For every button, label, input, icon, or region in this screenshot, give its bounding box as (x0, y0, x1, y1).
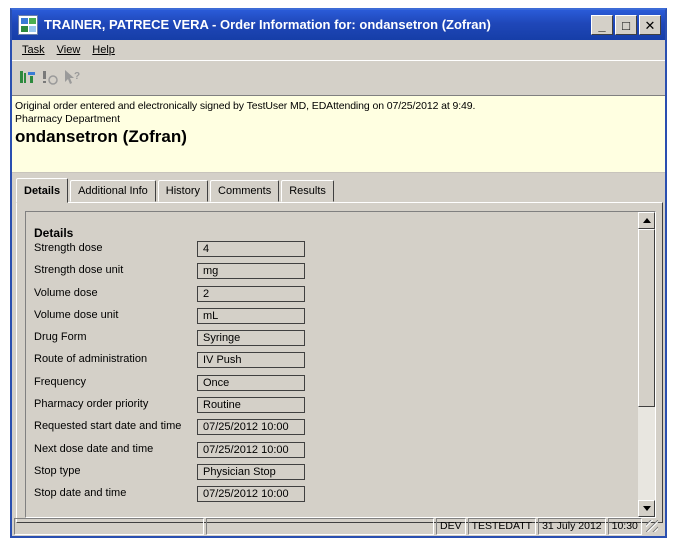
modify-order-icon[interactable] (18, 67, 38, 87)
field-value: 07/25/2012 10:00 (197, 441, 305, 458)
tab-results[interactable]: Results (281, 180, 334, 202)
status-pane-empty (14, 517, 204, 535)
status-date: 31 July 2012 (538, 517, 606, 535)
field-row: Requested start date and time 07/25/2012 … (34, 418, 634, 440)
tab-details[interactable]: Details (16, 178, 69, 203)
scroll-up-button[interactable] (638, 212, 655, 229)
field-label: Strength dose unit (34, 264, 124, 277)
field-label: Next dose date and time (34, 442, 154, 455)
window-title: TRAINER, PATRECE VERA - Order Informatio… (44, 17, 491, 32)
alert-icon[interactable] (40, 67, 60, 87)
tab-history[interactable]: History (157, 180, 209, 202)
field-label: Stop type (34, 464, 81, 477)
close-button[interactable]: ✕ (639, 15, 661, 35)
tab-additional-info[interactable]: Additional Info (70, 180, 156, 202)
field-label: Route of administration (34, 353, 148, 366)
title-bar[interactable]: TRAINER, PATRECE VERA - Order Informatio… (12, 10, 665, 40)
menu-view[interactable]: View (51, 44, 87, 56)
field-value: 2 (197, 285, 305, 302)
field-row: Stop type Physician Stop (34, 463, 634, 485)
tab-strip: Details Additional Info History Comments… (16, 178, 336, 203)
status-bar: DEV TESTEDATT 31 July 2012 10:30 (12, 516, 665, 536)
menu-task[interactable]: Task (16, 44, 51, 56)
field-row: Volume dose unit mL (34, 307, 634, 329)
field-value: Once (197, 374, 305, 391)
arrow-up-icon (642, 218, 651, 223)
minimize-icon: _ (598, 17, 606, 33)
arrow-down-icon (642, 506, 651, 511)
field-label: Volume dose unit (34, 308, 119, 321)
status-pane-empty-2 (206, 517, 434, 535)
help-pointer-icon[interactable]: ? (62, 67, 82, 87)
status-time: 10:30 (607, 517, 642, 535)
field-value: 4 (197, 241, 305, 257)
svg-text:?: ? (74, 71, 80, 82)
field-value: 07/25/2012 10:00 (197, 486, 305, 503)
tab-comments[interactable]: Comments (210, 180, 280, 202)
field-value: Routine (197, 397, 305, 414)
vertical-scrollbar[interactable] (638, 212, 655, 517)
field-value: 07/25/2012 10:00 (197, 419, 305, 436)
status-user: TESTEDATT (467, 517, 537, 535)
field-row: Stop date and time 07/25/2012 10:00 (34, 485, 634, 507)
close-icon: ✕ (644, 17, 656, 33)
field-value: mL (197, 307, 305, 324)
menu-bar: Task View Help (12, 40, 665, 60)
field-row: Strength dose unit mg (34, 262, 634, 284)
field-value: IV Push (197, 352, 305, 369)
maximize-button[interactable]: □ (615, 15, 637, 35)
field-row: Route of administration IV Push (34, 351, 634, 373)
field-row: Frequency Once (34, 374, 634, 396)
menu-help[interactable]: Help (86, 44, 121, 56)
status-environment: DEV (436, 517, 466, 535)
field-row: Next dose date and time 07/25/2012 10:00 (34, 441, 634, 463)
field-value: Syringe (197, 330, 305, 347)
toolbar: ? (12, 60, 665, 96)
order-signature-text: Original order entered and electronicall… (15, 100, 476, 112)
drug-name: ondansetron (Zofran) (15, 127, 187, 146)
maximize-icon: □ (622, 17, 630, 33)
resize-grip-icon[interactable] (645, 520, 658, 532)
field-label: Requested start date and time (34, 420, 182, 433)
field-label: Frequency (34, 375, 86, 388)
field-row: Pharmacy order priority Routine (34, 396, 634, 418)
details-panel: Details Strength dose 4 Strength dose uni… (16, 202, 663, 523)
details-scroll-area[interactable]: Details Strength dose 4 Strength dose uni… (25, 211, 656, 518)
field-row: Volume dose 2 (34, 285, 634, 307)
field-row: Strength dose 4 (34, 240, 634, 262)
app-icon (18, 15, 38, 35)
field-row: Drug Form Syringe (34, 329, 634, 351)
minimize-button[interactable]: _ (591, 15, 613, 35)
field-label: Drug Form (34, 331, 87, 344)
department-text: Pharmacy Department (15, 113, 121, 125)
field-label: Strength dose (34, 242, 103, 254)
field-label: Pharmacy order priority (34, 398, 149, 411)
field-value: Physician Stop (197, 463, 305, 480)
order-information-window: TRAINER, PATRECE VERA - Order Informatio… (10, 8, 667, 538)
field-value: mg (197, 263, 305, 280)
field-label: Stop date and time (34, 487, 127, 500)
scrollbar-thumb[interactable] (638, 229, 655, 407)
scroll-down-button[interactable] (638, 500, 655, 517)
field-label: Volume dose (34, 286, 98, 299)
order-banner: Original order entered and electronicall… (12, 96, 665, 173)
details-section-title: Details (34, 226, 74, 240)
